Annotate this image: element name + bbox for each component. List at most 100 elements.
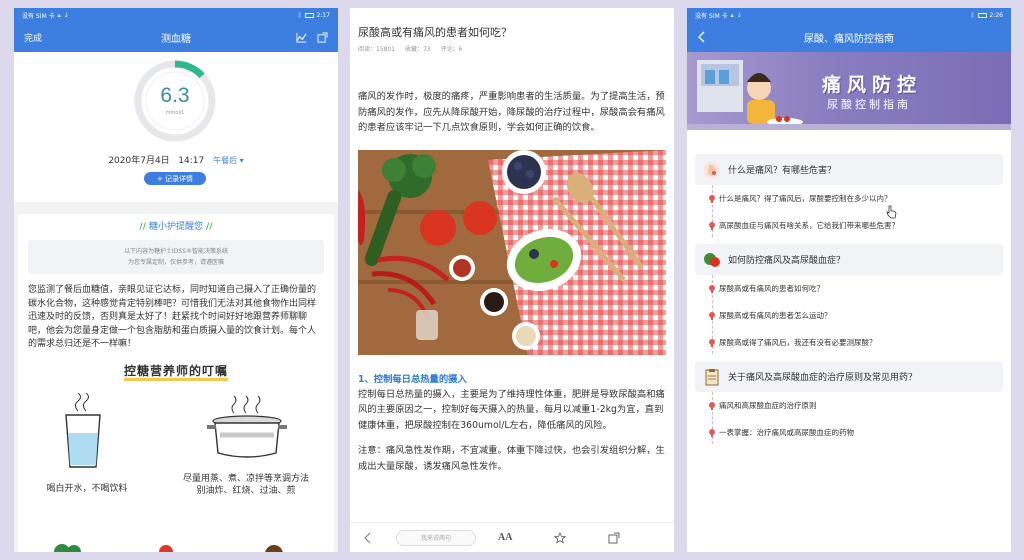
cooking-pot-icon (207, 395, 287, 458)
hand-cursor-icon (886, 205, 897, 219)
toc-item[interactable]: 一表掌握：治疗痛风或高尿酸血症的药物 (709, 419, 1003, 446)
section-body: 控制每日总热量的摄入，主要是为了维持理性体重，肥胖是导致尿酸高和痛风的主要原因之… (358, 388, 665, 431)
clipboard-icon (705, 368, 719, 385)
comment-count: 评论：6 (440, 46, 463, 53)
toc-item[interactable]: 什么是痛风？得了痛风后，尿酸要控制在多少以内？ (709, 185, 1003, 212)
guide-toc: 什么是痛风？有哪些危害？ 什么是痛风？得了痛风后，尿酸要控制在多少以内？ 高尿酸… (687, 130, 1011, 446)
star-icon[interactable] (554, 531, 567, 544)
banner-title: 痛风防控 (822, 74, 923, 96)
reading-datetime: 2020年7月4日 14:17 午餐后 ▾ (14, 153, 338, 166)
toc-item-label: 一表掌握：治疗痛风或高尿酸血症的药物 (719, 428, 854, 437)
toc-item-label: 痛风和高尿酸血症的治疗原则 (719, 401, 817, 410)
battery-icon (977, 12, 987, 18)
pin-icon (709, 339, 715, 347)
record-details-button[interactable]: + 记录详情 (144, 172, 206, 185)
section-title: 1、控制每日总热量的摄入 (358, 373, 467, 385)
pin-icon (709, 312, 715, 320)
glucose-header: 没有 SIM 卡 ▴ ↓ ᛒ 2:17 完成 测血糖 (14, 8, 338, 52)
reading-time: 14:17 (178, 156, 205, 166)
diet-tips: 喝白开水，不喝饮料 尽量用蒸、煮、凉拌等烹调方法 别油炸、红烧、过油、煎 (18, 379, 334, 509)
toc-category[interactable]: 关于痛风及高尿酸血症的治疗原则及常见用药？ (695, 361, 1003, 392)
back-icon[interactable] (697, 31, 707, 43)
reading-date: 2020年7月4日 (108, 156, 170, 166)
toc-item-label: 尿酸高或有痛风的患者怎么运动？ (719, 311, 832, 320)
guide-banner: 痛风防控 尿酸控制指南 (687, 52, 1011, 130)
toc-category[interactable]: 如何防控痛风及高尿酸血症？ (695, 244, 1003, 275)
advice-card: //糖小护提醒您// 以下内容为糖护士IDSS®智能决策系统 为您专属定制，仅供… (18, 214, 334, 552)
disclaimer-line: 以下内容为糖护士IDSS®智能决策系统 (123, 248, 228, 255)
article-screen: 尿酸高或有痛风的患者如何吃？ 阅读：15801 收藏：73 评论：6 痛风的发作… (350, 8, 674, 552)
toc-item[interactable]: 高尿酸血症与痛风有啥关系，它给我们带来哪些危害？ (709, 212, 1003, 239)
article-content[interactable]: 尿酸高或有痛风的患者如何吃？ 阅读：15801 收藏：73 评论：6 痛风的发作… (350, 8, 674, 474)
done-button[interactable]: 完成 (24, 31, 42, 44)
diet-tip-line: 喝白开水，不喝饮料 (46, 483, 128, 494)
pin-icon (709, 195, 715, 203)
guide-navbar: 尿酸、痛风防控指南 (687, 22, 1011, 52)
back-icon[interactable] (362, 532, 374, 544)
toc-item[interactable]: 尿酸高或有痛风的患者如何吃？ (709, 275, 1003, 302)
article-intro: 痛风的发作时，极度的痛疼，严重影响患者的生活质量。为了提高生活，预防痛风的发作，… (358, 91, 665, 133)
article-meta: 阅读：15801 收藏：73 评论：6 (358, 44, 666, 53)
decor-left-icon: // (139, 222, 146, 232)
download-icon: ↓ (63, 11, 69, 19)
guide-screen: 没有 SIM 卡 ▴ ↓ ᛒ 2:26 尿酸、痛风防控指南 痛风防控 尿酸控制指… (687, 8, 1011, 552)
pin-icon (709, 285, 715, 293)
toc-category-label: 关于痛风及高尿酸血症的治疗原则及常见用药？ (728, 373, 918, 383)
status-bar: 没有 SIM 卡 ▴ ↓ ᛒ 2:17 (14, 8, 338, 22)
glucose-screen: 没有 SIM 卡 ▴ ↓ ᛒ 2:17 完成 测血糖 6.3 mmol/L 20… (14, 8, 338, 552)
carrier-label: 没有 SIM 卡 (22, 12, 55, 20)
toc-category-label: 什么是痛风？有哪些危害？ (728, 166, 837, 176)
read-count: 阅读：15801 (358, 46, 396, 53)
diet-tip-1: 喝白开水，不喝饮料 (32, 483, 142, 495)
toc-category-label: 如何防控痛风及高尿酸血症？ (728, 256, 846, 266)
disclaimer-line: 为您专属定制，仅供参考，请遵医嘱 (127, 259, 224, 266)
trend-chart-icon[interactable] (296, 32, 307, 43)
food-illustrations-icon (54, 544, 283, 552)
toc-list: 尿酸高或有痛风的患者如何吃？ 尿酸高或有痛风的患者怎么运动？ 尿酸高或得了痛风后… (695, 275, 1003, 356)
guide-header: 没有 SIM 卡 ▴ ↓ ᛒ 2:26 尿酸、痛风防控指南 (687, 8, 1011, 52)
glucose-unit: mmol/L (165, 110, 185, 116)
meal-period-label: 午餐后 (213, 156, 238, 165)
toc-item-label: 高尿酸血症与痛风有啥关系，它给我们带来哪些危害？ (719, 221, 899, 230)
meal-period-select[interactable]: 午餐后 ▾ (213, 156, 244, 165)
diet-heading: 控糖营养师的叮嘱 (18, 362, 334, 381)
font-size-button[interactable]: AA (498, 532, 512, 543)
advice-text: 您监测了餐后血糖值，亲眼见证它达标，同时知道自己摄入了正确份量的碳水化合物，这种… (28, 285, 317, 350)
disclaimer-box: 以下内容为糖护士IDSS®智能决策系统 为您专属定制，仅供参考，请遵医嘱 (28, 240, 324, 274)
carrier-label: 没有 SIM 卡 (695, 12, 728, 20)
share-icon[interactable] (317, 31, 328, 43)
pin-icon (709, 402, 715, 410)
glucose-reading-panel: 6.3 mmol/L 2020年7月4日 14:17 午餐后 ▾ + 记录详情 (14, 52, 338, 202)
decor-right-icon: // (206, 222, 213, 232)
glucose-navbar: 完成 测血糖 (14, 22, 338, 52)
article-toolbar: 我来说两句 AA (350, 522, 674, 552)
section-note: 注意：痛风急性发作期，不宜减重。体重下降过快，也会引发组织分解，生成出大量尿酸，… (358, 445, 665, 472)
toc-item[interactable]: 痛风和高尿酸血症的治疗原则 (709, 392, 1003, 419)
diet-tip-line: 尽量用蒸、煮、凉拌等烹调方法 (182, 473, 309, 484)
bluetooth-icon: ᛒ (297, 11, 302, 19)
battery-icon (304, 12, 314, 18)
page-title: 尿酸、痛风防控指南 (804, 33, 894, 45)
diet-tip-line: 别油炸、红烧、过油、煎 (196, 485, 296, 496)
banner-subtitle: 尿酸控制指南 (827, 98, 911, 111)
comment-input[interactable]: 我来说两句 (396, 529, 476, 546)
article-title: 尿酸高或有痛风的患者如何吃？ (358, 26, 512, 39)
healthy-food-photo (358, 149, 666, 355)
download-icon: ↓ (736, 11, 742, 19)
vegetable-icon (704, 252, 720, 267)
signal-icon: ▴ (57, 11, 61, 19)
toc-list: 什么是痛风？得了痛风后，尿酸要控制在多少以内？ 高尿酸血症与痛风有啥关系，它给我… (695, 185, 1003, 239)
toc-item-label: 尿酸高或得了痛风后，我还有没有必要测尿酸？ (719, 338, 877, 347)
toc-category[interactable]: 什么是痛风？有哪些危害？ (695, 154, 1003, 185)
toc-item[interactable]: 尿酸高或得了痛风后，我还有没有必要测尿酸？ (709, 329, 1003, 356)
pin-icon (709, 222, 715, 230)
toc-list: 痛风和高尿酸血症的治疗原则 一表掌握：治疗痛风或高尿酸血症的药物 (695, 392, 1003, 446)
status-bar: 没有 SIM 卡 ▴ ↓ ᛒ 2:26 (687, 8, 1011, 22)
toc-item[interactable]: 尿酸高或有痛风的患者怎么运动？ (709, 302, 1003, 329)
foot-icon (704, 161, 720, 178)
favorite-count: 收藏：73 (405, 46, 431, 53)
toc-item-label: 尿酸高或有痛风的患者如何吃？ (719, 284, 824, 293)
bluetooth-icon: ᛒ (970, 11, 975, 19)
share-icon[interactable] (608, 532, 620, 544)
pin-icon (709, 429, 715, 437)
